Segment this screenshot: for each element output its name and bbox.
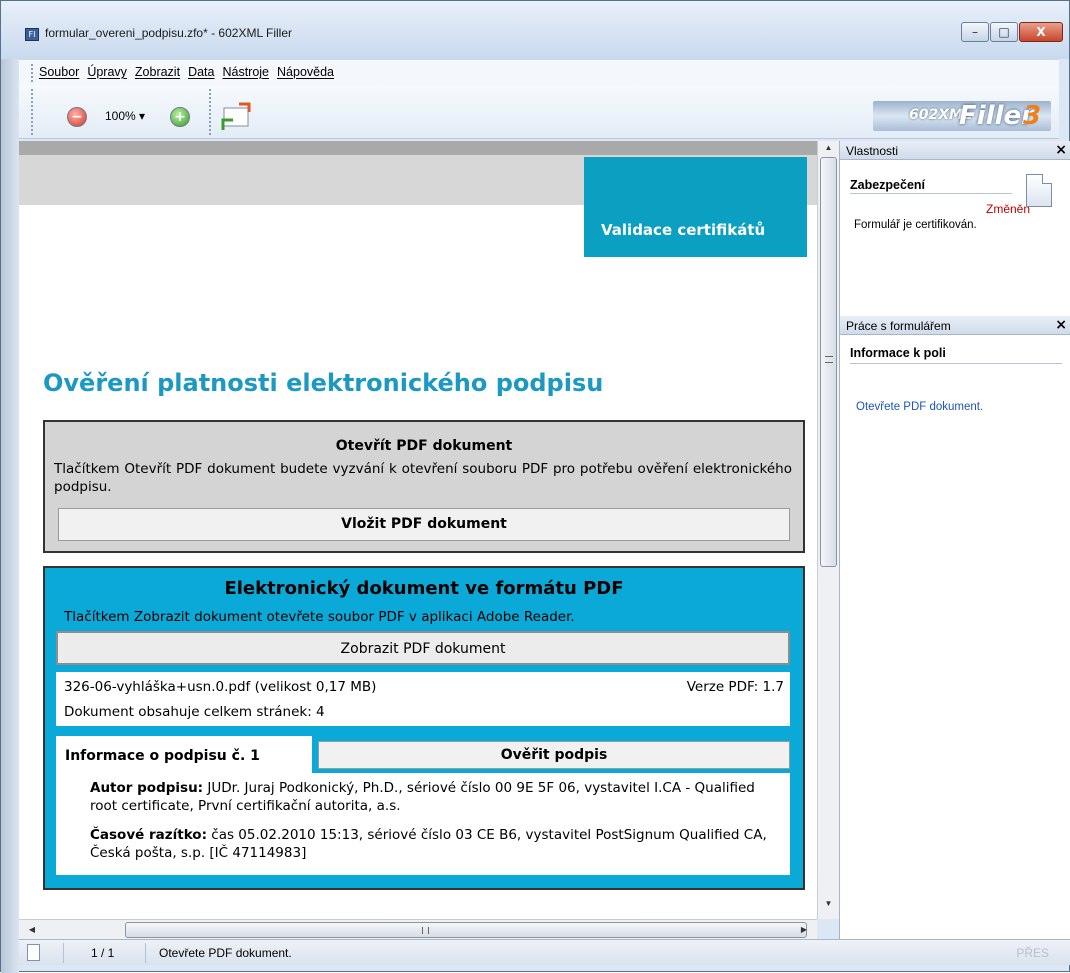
- pdf-section-heading: Elektronický dokument ve formátu PDF: [224, 578, 624, 599]
- overwrite-mode: PŘES: [1016, 946, 1049, 960]
- file-info: 326-06-vyhláška+usn.0.pdf (velikost 0,17…: [56, 672, 790, 726]
- open-pdf-section: Otevřít PDF dokument Tlačítkem Otevřít P…: [43, 420, 805, 553]
- file-name: 326-06-vyhláška+usn.0.pdf (velikost 0,17…: [64, 679, 377, 695]
- maximize-button[interactable]: □: [990, 22, 1018, 42]
- pdf-document-section: Elektronický dokument ve formátu PDF Tla…: [43, 566, 805, 890]
- pdf-section-text: Tlačítkem Zobrazit dokument otevřete sou…: [64, 609, 575, 625]
- scroll-left-icon[interactable]: ◀: [25, 922, 39, 938]
- window-controls: – □ X: [960, 22, 1063, 42]
- menu-bar: Soubor Úpravy Zobrazit Data Nástroje Náp…: [19, 59, 1059, 85]
- switch-view-icon: [221, 102, 251, 130]
- logo-version: 3: [1023, 101, 1042, 131]
- status-bar: 1 / 1 Otevřete PDF dokument. PŘES: [19, 939, 1070, 965]
- author-label: Autor podpisu:: [90, 780, 204, 796]
- close-form-work-icon[interactable]: ×: [1055, 317, 1067, 333]
- menu-napoveda[interactable]: Nápověda: [277, 65, 334, 79]
- timestamp-label: Časové razítko:: [90, 827, 207, 843]
- insert-pdf-button[interactable]: Vložit PDF dokument: [58, 508, 790, 541]
- zoom-in-icon: +: [174, 109, 186, 125]
- open-pdf-heading: Otevřít PDF dokument: [335, 438, 513, 454]
- scroll-up-icon[interactable]: ▲: [818, 141, 839, 155]
- certificate-validation-badge: Validace certifikátů: [584, 157, 807, 257]
- page-indicator: 1 / 1: [91, 946, 115, 960]
- signature-tab-label: Informace o podpisu č. 1: [65, 748, 260, 764]
- grip-icon: [825, 356, 833, 363]
- pdf-version: Verze PDF: 1.7: [686, 679, 784, 695]
- toolbar-grip-2[interactable]: [209, 89, 211, 135]
- switch-view-button[interactable]: [219, 102, 255, 132]
- menu-nastroje[interactable]: Nástroje: [222, 65, 269, 79]
- menu-grip[interactable]: [31, 64, 34, 82]
- menu-soubor[interactable]: Soubor: [39, 65, 79, 79]
- toolbar: − 100% ▾ + 602XML Filler 3: [19, 85, 1059, 139]
- open-pdf-text: Tlačítkem Otevřít PDF dokument budete vy…: [54, 461, 792, 495]
- minimize-icon: –: [972, 25, 978, 39]
- signature-details: Autor podpisu: JUDr. Juraj Podkonický, P…: [56, 773, 790, 875]
- title-bar: FI formular_overeni_podpisu.zfo* - 602XM…: [1, 1, 1069, 59]
- field-info-title: Informace k poli: [850, 346, 1062, 364]
- document-area: Validace certifikátů Ověření platnosti e…: [19, 141, 817, 919]
- left-frame: [1, 59, 19, 973]
- zoom-out-button[interactable]: −: [67, 107, 87, 127]
- form-work-panel-title: Práce s formulářem: [846, 319, 951, 333]
- menu-upravy[interactable]: Úpravy: [87, 65, 127, 79]
- status-message: Otevřete PDF dokument.: [159, 946, 292, 960]
- signature-info-tab[interactable]: Informace o podpisu č. 1: [56, 736, 312, 773]
- menu-zobrazit[interactable]: Zobrazit: [135, 65, 180, 79]
- maximize-icon: □: [998, 25, 1010, 39]
- show-pdf-button[interactable]: Zobrazit PDF dokument: [56, 631, 790, 665]
- document-top-bar: [19, 141, 817, 155]
- signature-author: Autor podpisu: JUDr. Juraj Podkonický, P…: [90, 779, 786, 815]
- status-separator: [63, 943, 64, 963]
- page-count: Dokument obsahuje celkem stránek: 4: [64, 704, 325, 720]
- zoom-out-icon: −: [71, 109, 83, 125]
- page-title: Ověření platnosti elektronického podpisu: [43, 369, 604, 397]
- security-section-title: Zabezpečení: [850, 178, 1012, 194]
- form-work-panel-header: Práce s formulářem ×: [840, 316, 1070, 335]
- app-logo: 602XML Filler 3: [873, 101, 1051, 131]
- vertical-scrollbar[interactable]: ▲ ▼: [817, 141, 839, 919]
- signature-timestamp: Časové razítko: čas 05.02.2010 15:13, sé…: [90, 826, 780, 862]
- verify-signature-button[interactable]: Ověřit podpis: [318, 741, 790, 769]
- vertical-scroll-thumb[interactable]: [820, 157, 837, 567]
- close-properties-icon[interactable]: ×: [1055, 142, 1067, 158]
- close-icon: X: [1036, 25, 1046, 39]
- properties-panel-header: Vlastnosti ×: [840, 141, 1070, 160]
- minimize-button[interactable]: –: [961, 22, 989, 42]
- horizontal-scroll-thumb[interactable]: [125, 922, 807, 938]
- app-icon: FI: [25, 28, 39, 41]
- zoom-in-button[interactable]: +: [170, 107, 190, 127]
- menu-data[interactable]: Data: [188, 65, 214, 79]
- zoom-select[interactable]: 100% ▾: [105, 109, 145, 123]
- field-info-text: Otevřete PDF dokument.: [856, 401, 984, 413]
- properties-panel-title: Vlastnosti: [846, 144, 899, 158]
- side-panel: Vlastnosti × Zabezpečení Změněn Formulář…: [839, 141, 1070, 939]
- document-icon: [1026, 174, 1052, 207]
- certified-status: Formulář je certifikován.: [854, 219, 977, 231]
- window-title: formular_overeni_podpisu.zfo* - 602XML F…: [45, 26, 293, 40]
- close-button[interactable]: X: [1019, 22, 1063, 42]
- badge-label: Validace certifikátů: [601, 221, 766, 239]
- app-window: FI formular_overeni_podpisu.zfo* - 602XM…: [0, 0, 1070, 973]
- toolbar-grip[interactable]: [31, 89, 33, 135]
- changed-label: Změněn: [986, 202, 1031, 216]
- grip-icon: [422, 927, 429, 934]
- scroll-down-icon[interactable]: ▼: [818, 897, 839, 911]
- status-separator: [145, 943, 146, 963]
- page-icon: [27, 944, 40, 961]
- scroll-right-icon[interactable]: ▶: [797, 922, 811, 938]
- horizontal-scrollbar[interactable]: ◀ ▶: [19, 919, 817, 939]
